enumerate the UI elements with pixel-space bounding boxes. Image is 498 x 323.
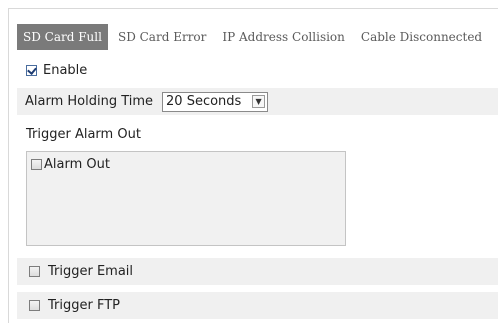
trigger-ftp-checkbox[interactable]	[29, 300, 40, 311]
alarm-out-label: Alarm Out	[44, 157, 110, 172]
alarm-holding-time-label: Alarm Holding Time	[25, 94, 154, 109]
enable-row: Enable	[26, 60, 498, 80]
list-item: Alarm Out	[31, 157, 110, 172]
tab-ip-address-collision[interactable]: IP Address Collision	[216, 24, 351, 50]
tab-bar: SD Card Full SD Card Error IP Address Co…	[17, 24, 492, 50]
trigger-email-row: Trigger Email	[17, 258, 498, 285]
tab-sd-card-full[interactable]: SD Card Full	[17, 24, 108, 50]
tab-sd-card-error[interactable]: SD Card Error	[112, 24, 212, 50]
alarm-holding-time-value: 20 Seconds	[166, 94, 242, 109]
enable-checkbox[interactable]	[26, 64, 37, 76]
enable-label: Enable	[43, 62, 88, 78]
trigger-alarm-out-header: Trigger Alarm Out	[17, 124, 498, 144]
chevron-down-icon[interactable]: ▼	[252, 95, 266, 108]
alarm-out-list: Alarm Out	[26, 151, 346, 246]
tab-cable-disconnected[interactable]: Cable Disconnected	[355, 24, 488, 50]
trigger-ftp-label: Trigger FTP	[48, 298, 120, 313]
alarm-holding-time-row: Alarm Holding Time 20 Seconds ▼	[17, 88, 498, 115]
trigger-ftp-row: Trigger FTP	[17, 292, 498, 319]
trigger-email-label: Trigger Email	[48, 264, 134, 279]
alarm-holding-time-select[interactable]: 20 Seconds ▼	[162, 91, 269, 112]
trigger-alarm-out-title: Trigger Alarm Out	[26, 126, 141, 142]
alarm-out-checkbox[interactable]	[31, 159, 42, 170]
trigger-email-checkbox[interactable]	[29, 266, 40, 277]
